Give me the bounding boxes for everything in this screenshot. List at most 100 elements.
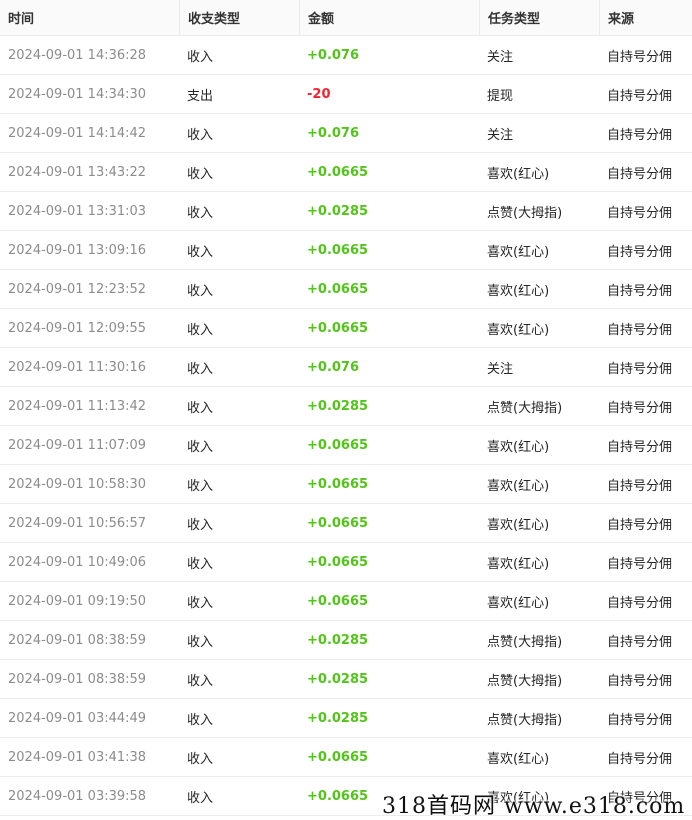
cell-task: 点赞(大拇指): [487, 673, 563, 689]
table-row: 2024-09-01 09:19:50 收入 +0.0665 喜欢(红心) 自持号分佣: [0, 582, 692, 621]
table-row: 2024-09-01 08:38:59 收入 +0.0285 点赞(大拇指) 自持号分佣: [0, 621, 692, 660]
cell-kind: 收入: [187, 205, 214, 221]
cell-task: 关注: [487, 361, 514, 377]
cell-task: 提现: [487, 88, 514, 104]
table-row: 2024-09-01 12:23:52 收入 +0.0665 喜欢(红心) 自持号分佣: [0, 270, 692, 309]
header-source: 来源: [599, 0, 692, 35]
cell-amount: +0.0665: [307, 749, 369, 765]
cell-kind: 收入: [187, 244, 214, 260]
table-row: 2024-09-01 03:44:49 收入 +0.0285 点赞(大拇指) 自持号分佣: [0, 699, 692, 738]
cell-time: 2024-09-01 12:09:55: [8, 320, 147, 336]
cell-source: 自持号分佣: [607, 166, 673, 182]
cell-task: 喜欢(红心): [487, 322, 550, 338]
cell-time: 2024-09-01 08:38:59: [8, 632, 147, 648]
cell-kind: 收入: [187, 634, 214, 650]
cell-time: 2024-09-01 10:49:06: [8, 554, 147, 570]
cell-source: 自持号分佣: [607, 751, 673, 767]
header-time: 时间: [8, 12, 35, 27]
cell-task: 关注: [487, 127, 514, 143]
cell-amount: +0.0285: [307, 671, 369, 687]
cell-source: 自持号分佣: [607, 127, 673, 143]
cell-kind: 收入: [187, 673, 214, 689]
cell-time: 2024-09-01 14:36:28: [8, 47, 147, 63]
cell-amount: +0.0665: [307, 554, 369, 570]
cell-amount: +0.0665: [307, 593, 369, 609]
cell-source: 自持号分佣: [607, 400, 673, 416]
cell-time: 2024-09-01 03:39:58: [8, 788, 147, 804]
cell-task: 点赞(大拇指): [487, 712, 563, 728]
cell-task: 喜欢(红心): [487, 244, 550, 260]
transaction-table: 时间 收支类型 金额 任务类型 来源 2024-09-01 14:36:28 收入…: [0, 0, 692, 816]
cell-kind: 收入: [187, 439, 214, 455]
cell-source: 自持号分佣: [607, 49, 673, 65]
table-body: 2024-09-01 14:36:28 收入 +0.076 关注 自持号分佣 2024-0…: [0, 36, 692, 816]
cell-source: 自持号分佣: [607, 283, 673, 299]
cell-source: 自持号分佣: [607, 361, 673, 377]
cell-source: 自持号分佣: [607, 673, 673, 689]
cell-task: 喜欢(红心): [487, 283, 550, 299]
cell-kind: 收入: [187, 361, 214, 377]
cell-source: 自持号分佣: [607, 439, 673, 455]
cell-amount: +0.0665: [307, 437, 369, 453]
cell-kind: 收入: [187, 595, 214, 611]
table-row: 2024-09-01 10:58:30 收入 +0.0665 喜欢(红心) 自持号分佣: [0, 465, 692, 504]
table-row: 2024-09-01 12:09:55 收入 +0.0665 喜欢(红心) 自持号分佣: [0, 309, 692, 348]
cell-source: 自持号分佣: [607, 556, 673, 572]
cell-kind: 收入: [187, 790, 214, 806]
cell-task: 点赞(大拇指): [487, 634, 563, 650]
cell-kind: 收入: [187, 751, 214, 767]
cell-amount: +0.076: [307, 359, 360, 375]
table-row: 2024-09-01 10:49:06 收入 +0.0665 喜欢(红心) 自持号分佣: [0, 543, 692, 582]
cell-task: 点赞(大拇指): [487, 205, 563, 221]
cell-task: 关注: [487, 49, 514, 65]
table-row: 2024-09-01 13:31:03 收入 +0.0285 点赞(大拇指) 自持号分佣: [0, 192, 692, 231]
cell-time: 2024-09-01 13:09:16: [8, 242, 147, 258]
cell-kind: 收入: [187, 556, 214, 572]
table-row: 2024-09-01 14:14:42 收入 +0.076 关注 自持号分佣: [0, 114, 692, 153]
cell-kind: 收入: [187, 322, 214, 338]
cell-time: 2024-09-01 12:23:52: [8, 281, 147, 297]
cell-time: 2024-09-01 11:30:16: [8, 359, 147, 375]
cell-amount: +0.076: [307, 47, 360, 63]
cell-time: 2024-09-01 14:34:30: [8, 86, 147, 102]
table-row: 2024-09-01 14:34:30 支出 -20 提现 自持号分佣: [0, 75, 692, 114]
cell-amount: +0.0285: [307, 203, 369, 219]
cell-task: 喜欢(红心): [487, 595, 550, 611]
cell-task: 喜欢(红心): [487, 517, 550, 533]
watermark-text: 318首码网 www.e318.com: [382, 794, 686, 819]
cell-kind: 收入: [187, 400, 214, 416]
cell-kind: 收入: [187, 478, 214, 494]
cell-kind: 收入: [187, 517, 214, 533]
table-row: 2024-09-01 11:13:42 收入 +0.0285 点赞(大拇指) 自持号分佣: [0, 387, 692, 426]
table-row: 2024-09-01 14:36:28 收入 +0.076 关注 自持号分佣: [0, 36, 692, 75]
cell-task: 喜欢(红心): [487, 439, 550, 455]
cell-task: 点赞(大拇指): [487, 400, 563, 416]
cell-amount: +0.0665: [307, 242, 369, 258]
cell-kind: 支出: [187, 88, 214, 104]
cell-time: 2024-09-01 03:41:38: [8, 749, 147, 765]
table-row: 2024-09-01 08:38:59 收入 +0.0285 点赞(大拇指) 自持号分佣: [0, 660, 692, 699]
cell-amount: +0.0665: [307, 476, 369, 492]
cell-source: 自持号分佣: [607, 595, 673, 611]
cell-task: 喜欢(红心): [487, 166, 550, 182]
cell-amount: +0.0285: [307, 632, 369, 648]
cell-amount: +0.0285: [307, 398, 369, 414]
table-row: 2024-09-01 13:43:22 收入 +0.0665 喜欢(红心) 自持号分佣: [0, 153, 692, 192]
table-row: 2024-09-01 10:56:57 收入 +0.0665 喜欢(红心) 自持号分佣: [0, 504, 692, 543]
cell-kind: 收入: [187, 127, 214, 143]
cell-amount: +0.0665: [307, 164, 369, 180]
table-row: 2024-09-01 03:41:38 收入 +0.0665 喜欢(红心) 自持号分佣: [0, 738, 692, 777]
cell-kind: 收入: [187, 283, 214, 299]
cell-time: 2024-09-01 08:38:59: [8, 671, 147, 687]
cell-time: 2024-09-01 03:44:49: [8, 710, 147, 726]
cell-source: 自持号分佣: [607, 478, 673, 494]
table-header: 时间 收支类型 金额 任务类型 来源: [0, 0, 692, 36]
header-task: 任务类型: [479, 0, 599, 35]
cell-time: 2024-09-01 10:56:57: [8, 515, 147, 531]
cell-source: 自持号分佣: [607, 244, 673, 260]
cell-time: 2024-09-01 10:58:30: [8, 476, 147, 492]
header-kind: 收支类型: [179, 0, 299, 35]
cell-source: 自持号分佣: [607, 712, 673, 728]
header-amount: 金额: [299, 0, 479, 35]
cell-source: 自持号分佣: [607, 88, 673, 104]
